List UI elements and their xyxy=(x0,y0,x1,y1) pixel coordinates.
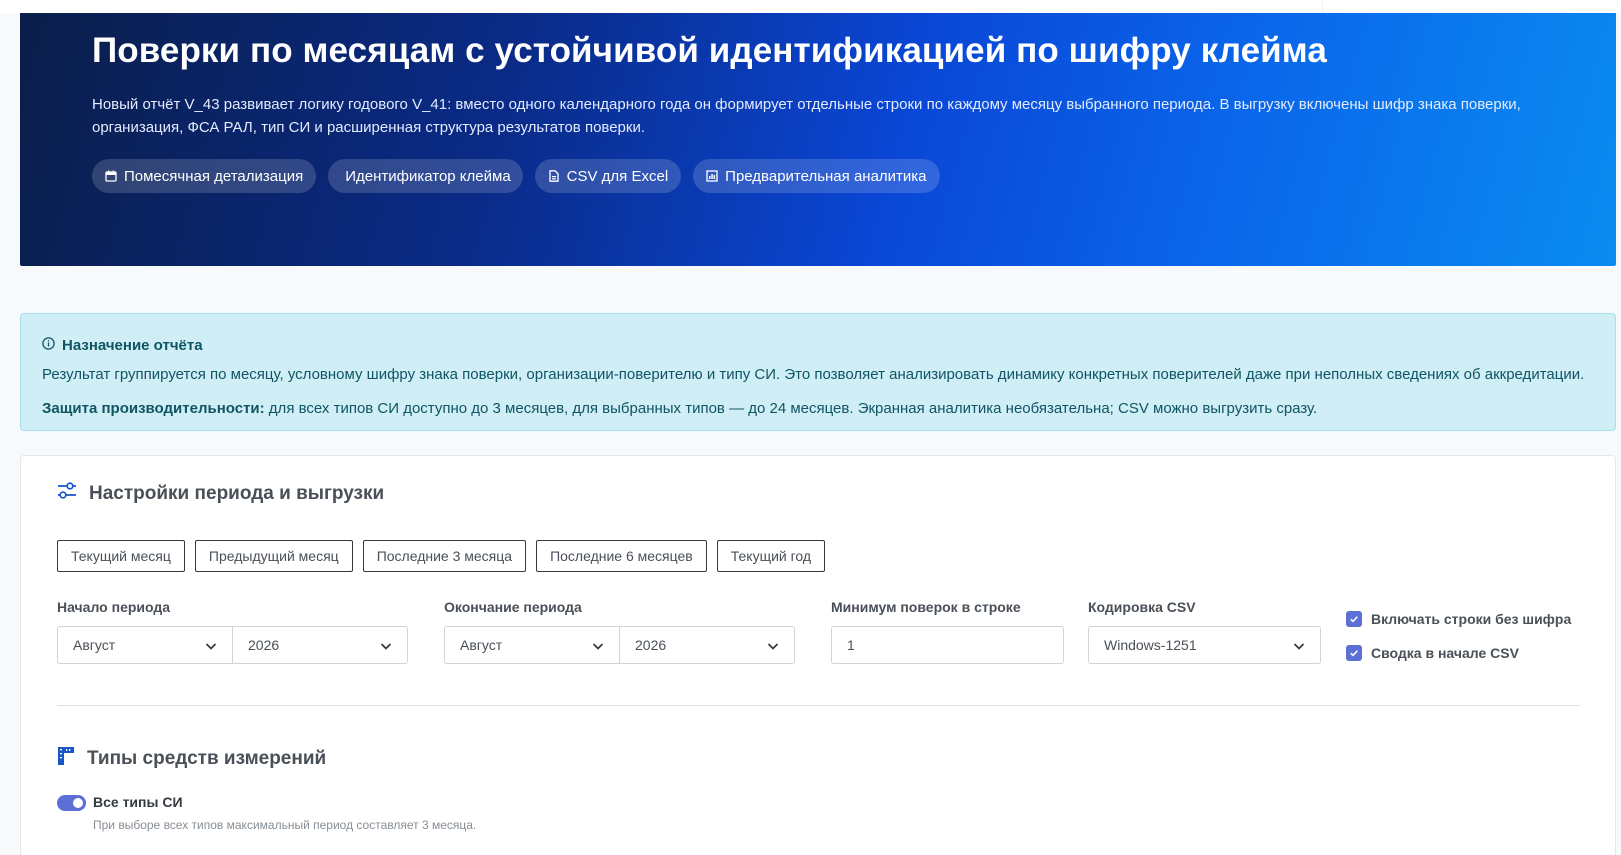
ruler-icon xyxy=(57,746,75,772)
chart-icon xyxy=(706,170,718,182)
hero-banner: Поверки по месяцам с устойчивой идентифи… xyxy=(20,13,1616,266)
top-bar-right-panel xyxy=(1322,0,1621,13)
chip-label: Помесячная детализация xyxy=(124,167,304,185)
min-verifications-label: Минимум поверок в строке xyxy=(831,599,1021,615)
feature-chips: Помесячная детализация Идентификатор кле… xyxy=(92,159,940,193)
period-presets: Текущий месяц Предыдущий месяц Последние… xyxy=(57,540,826,572)
alert-text-performance: Защита производительности: для всех типо… xyxy=(42,400,1317,417)
summary-first-label: Сводка в начале CSV xyxy=(1371,645,1519,661)
csv-encoding-select[interactable]: Windows-1251 xyxy=(1088,626,1321,664)
preset-last-3-months-button[interactable]: Последние 3 месяца xyxy=(362,540,527,572)
report-purpose-alert: Назначение отчёта Результат группируется… xyxy=(20,313,1616,431)
alert-title: Назначение отчёта xyxy=(42,337,203,354)
start-period-label: Начало периода xyxy=(57,599,171,615)
include-no-cipher-label: Включать строки без шифра xyxy=(1371,611,1572,627)
end-year-value: 2026 xyxy=(635,637,667,653)
checkmark-icon xyxy=(1346,645,1362,661)
chevron-down-icon xyxy=(204,639,218,653)
end-month-select[interactable]: Август xyxy=(444,626,620,664)
calendar-icon xyxy=(105,170,117,182)
top-bar xyxy=(0,0,1621,13)
settings-title-text: Настройки периода и выгрузки xyxy=(89,483,385,504)
start-year-select[interactable]: 2026 xyxy=(232,626,408,664)
section-divider xyxy=(57,705,1580,706)
preset-current-year-button[interactable]: Текущий год xyxy=(716,540,826,572)
types-title-text: Типы средств измерений xyxy=(87,748,327,769)
end-month-value: Август xyxy=(460,637,503,653)
chip-analytics: Предварительная аналитика xyxy=(693,159,940,193)
settings-card: Настройки периода и выгрузки Текущий мес… xyxy=(20,455,1616,855)
checkmark-icon xyxy=(1346,611,1362,627)
start-month-value: Август xyxy=(73,637,116,653)
file-icon xyxy=(548,170,560,182)
preset-current-month-button[interactable]: Текущий месяц xyxy=(57,540,185,572)
alert-title-text: Назначение отчёта xyxy=(62,337,203,354)
types-section-title: Типы средств измерений xyxy=(57,746,326,772)
chip-csv-excel: CSV для Excel xyxy=(534,159,682,193)
all-types-toggle[interactable] xyxy=(57,795,86,811)
end-period-label: Окончание периода xyxy=(444,599,582,615)
alert-text-grouping: Результат группируется по месяцу, условн… xyxy=(42,366,1585,383)
chevron-down-icon xyxy=(379,639,393,653)
alert-text-performance-body: для всех типов СИ доступно до 3 месяцев,… xyxy=(264,400,1318,417)
sliders-icon xyxy=(57,482,77,506)
page-description: Новый отчёт V_43 развивает логику годово… xyxy=(92,96,1521,136)
chip-label: CSV для Excel xyxy=(566,167,669,185)
min-verifications-input[interactable]: 1 xyxy=(831,626,1064,664)
chip-label: Предварительная аналитика xyxy=(725,167,927,185)
csv-encoding-label: Кодировка CSV xyxy=(1088,599,1196,615)
chevron-down-icon xyxy=(591,639,605,653)
page-title: Поверки по месяцам с устойчивой идентифи… xyxy=(92,31,1327,70)
summary-first-checkbox[interactable]: Сводка в начале CSV xyxy=(1346,645,1519,661)
chevron-down-icon xyxy=(1292,639,1306,653)
csv-encoding-value: Windows-1251 xyxy=(1104,637,1197,653)
info-icon xyxy=(42,337,55,354)
settings-section-title: Настройки периода и выгрузки xyxy=(57,482,384,506)
chip-label: Идентификатор клейма xyxy=(345,167,511,185)
preset-previous-month-button[interactable]: Предыдущий месяц xyxy=(194,540,353,572)
preset-last-6-months-button[interactable]: Последние 6 месяцев xyxy=(536,540,707,572)
all-types-label: Все типы СИ xyxy=(93,794,183,810)
chevron-down-icon xyxy=(766,639,780,653)
start-year-value: 2026 xyxy=(248,637,280,653)
chip-monthly-detail: Помесячная детализация xyxy=(92,159,317,193)
alert-text-performance-label: Защита производительности: xyxy=(42,400,265,417)
include-no-cipher-checkbox[interactable]: Включать строки без шифра xyxy=(1346,611,1571,627)
all-types-hint: При выборе всех типов максимальный перио… xyxy=(93,818,477,832)
start-month-select[interactable]: Август xyxy=(57,626,233,664)
end-year-select[interactable]: 2026 xyxy=(619,626,795,664)
chip-stamp-id: Идентификатор клейма xyxy=(328,159,523,193)
